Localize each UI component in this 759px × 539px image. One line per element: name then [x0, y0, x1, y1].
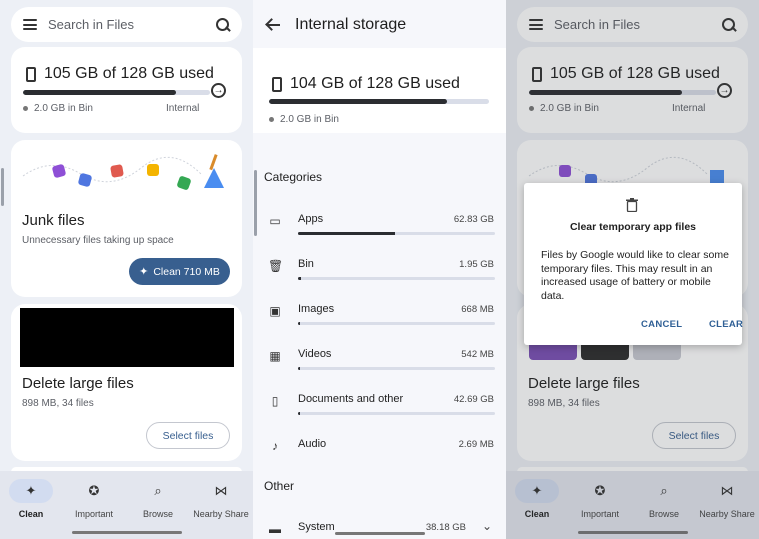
- clear-temp-files-dialog: Clear temporary app files Files by Googl…: [524, 183, 743, 345]
- system-icon: ▬: [269, 522, 281, 536]
- internal-storage-screen: Internal storage 104 GB of 128 GB used 2…: [253, 0, 506, 539]
- large-files-preview: [20, 308, 234, 367]
- scrollbar[interactable]: [254, 170, 257, 236]
- category-row-videos[interactable]: ▦ Videos 542 MB: [253, 342, 506, 387]
- category-bar: [298, 322, 495, 325]
- categories-heading: Categories: [264, 170, 323, 184]
- junk-files-title: Junk files: [22, 212, 85, 229]
- sparkle-icon: ✦: [139, 266, 149, 278]
- search-bar[interactable]: Search in Files: [11, 7, 242, 42]
- files-clean-screen: Search in Files 105 GB of 128 GB used 2.…: [0, 0, 253, 539]
- junk-files-illustration-icon: [22, 154, 224, 190]
- clean-junk-label: Clean 710 MB: [153, 265, 220, 278]
- storage-usage-bar: [269, 99, 489, 104]
- video-icon: ▦: [269, 349, 281, 363]
- junk-files-subtitle: Unnecessary files taking up space: [22, 235, 174, 246]
- nav-clean[interactable]: ✦ Clean: [1, 479, 61, 519]
- trash-icon: 🗑: [268, 259, 284, 273]
- category-bar: [298, 277, 495, 280]
- chevron-down-icon[interactable]: ⌄: [482, 519, 492, 533]
- storage-location-label: Internal: [166, 103, 200, 114]
- files-clean-dialog-screen: Search in Files 105 GB of 128 GB used 2.…: [506, 0, 759, 539]
- storage-card[interactable]: 105 GB of 128 GB used 2.0 GB in Bin Inte…: [11, 47, 242, 133]
- category-row-apps[interactable]: ▭ Apps 62.83 GB: [253, 207, 506, 252]
- trash-icon: [626, 198, 638, 212]
- category-row-audio[interactable]: ♪ Audio 2.69 MB: [253, 432, 506, 477]
- junk-files-card: Junk files Unnecessary files taking up s…: [11, 140, 242, 297]
- top-app-bar: Internal storage: [253, 0, 506, 50]
- clean-junk-button[interactable]: ✦ Clean 710 MB: [129, 258, 230, 285]
- category-bar: [298, 367, 495, 370]
- category-row-documents[interactable]: ▯ Documents and other 42.69 GB: [253, 387, 506, 432]
- storage-used-text: 104 GB of 128 GB used: [290, 75, 460, 92]
- storage-used-text: 105 GB of 128 GB used: [44, 65, 214, 82]
- nav-important[interactable]: ✪ Important: [64, 479, 124, 519]
- bin-size-text: 2.0 GB in Bin: [280, 114, 339, 125]
- category-bar: [298, 412, 495, 415]
- select-files-button[interactable]: Select files: [146, 422, 230, 449]
- apps-icon: ▭: [269, 214, 281, 228]
- nav-browse[interactable]: ⌕ Browse: [128, 479, 188, 519]
- music-note-icon: ♪: [272, 439, 278, 453]
- gesture-bar: [71, 531, 182, 534]
- category-bar: [298, 232, 495, 235]
- category-row-system[interactable]: ▬ System 38.18 GB ⌄: [253, 515, 506, 539]
- dialog-body: Files by Google would like to clear some…: [541, 249, 729, 302]
- phone-storage-icon: [272, 76, 282, 92]
- sparkle-icon: ✦: [9, 479, 53, 503]
- dialog-title: Clear temporary app files: [569, 221, 697, 233]
- large-files-card: Delete large files 898 MB, 34 files Sele…: [11, 304, 242, 461]
- nav-nearby-share[interactable]: ⋈ Nearby Share: [191, 479, 251, 519]
- back-arrow-icon[interactable]: [265, 18, 281, 32]
- gesture-bar: [334, 532, 425, 535]
- nearby-share-icon: ⋈: [214, 483, 228, 498]
- cancel-button[interactable]: CANCEL: [641, 319, 682, 330]
- scrollbar[interactable]: [1, 168, 4, 206]
- menu-icon[interactable]: [23, 19, 37, 30]
- document-icon: ▯: [271, 394, 279, 408]
- category-row-images[interactable]: ▣ Images 668 MB: [253, 297, 506, 342]
- storage-details-arrow-icon[interactable]: →: [211, 83, 226, 98]
- clear-button[interactable]: CLEAR: [709, 319, 743, 330]
- other-heading: Other: [264, 479, 295, 493]
- bottom-navigation: ✦ Clean ✪ Important ⌕ Browse ⋈ Nearby Sh…: [0, 471, 253, 539]
- storage-summary: 104 GB of 128 GB used 2.0 GB in Bin: [253, 48, 506, 133]
- large-files-title: Delete large files: [22, 375, 134, 392]
- search-placeholder[interactable]: Search in Files: [48, 17, 216, 32]
- page-title: Internal storage: [295, 16, 407, 33]
- search-icon[interactable]: [216, 17, 230, 32]
- storage-usage-bar: [23, 90, 210, 95]
- star-icon: ✪: [88, 483, 100, 498]
- image-icon: ▣: [269, 304, 281, 318]
- phone-storage-icon: [26, 66, 36, 82]
- bin-size-text: 2.0 GB in Bin: [34, 103, 93, 114]
- browse-icon: ⌕: [154, 483, 162, 498]
- large-files-subtitle: 898 MB, 34 files: [22, 398, 94, 409]
- category-row-bin[interactable]: 🗑 Bin 1.95 GB: [253, 252, 506, 297]
